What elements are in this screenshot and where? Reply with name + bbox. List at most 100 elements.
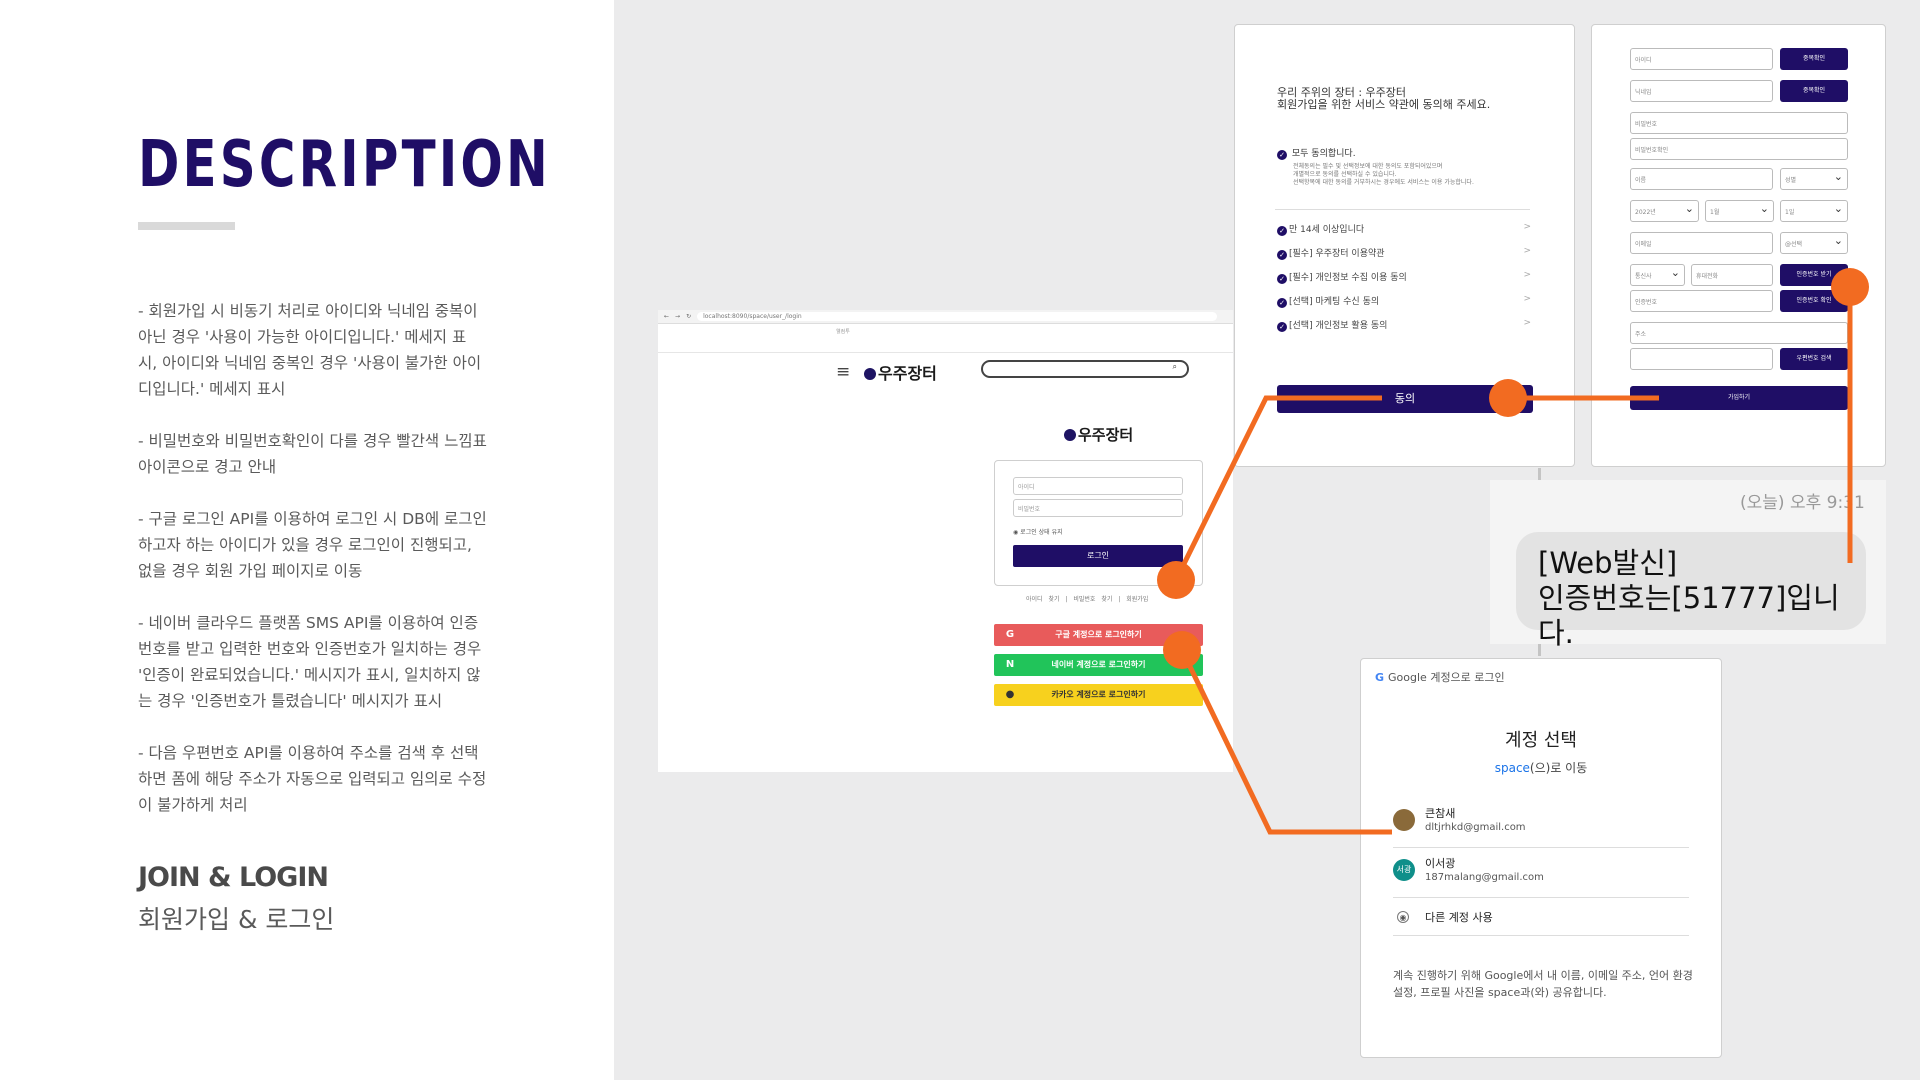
google-icon: G — [1005, 629, 1015, 640]
divider — [1393, 897, 1689, 898]
send-code-button[interactable]: 인증번호 받기 — [1780, 264, 1848, 286]
back-icon[interactable]: ← — [664, 313, 669, 320]
chevron-right-icon[interactable]: > — [1523, 270, 1531, 280]
nickname-field[interactable]: 닉네임 — [1630, 80, 1773, 102]
kakao-login-button[interactable]: ● 카카오 계정으로 로그인하기 — [994, 684, 1203, 706]
zipcode-search-button[interactable]: 우편번호 검색 — [1780, 348, 1848, 370]
google-login-button[interactable]: G 구글 계정으로 로그인하기 — [994, 624, 1203, 646]
keep-login-checkbox[interactable]: ◉ 로그인 상태 유지 — [1013, 527, 1063, 536]
password-field[interactable]: 비밀번호 — [1630, 112, 1848, 134]
id-check-button[interactable]: 중복확인 — [1780, 48, 1848, 70]
agree-all-description: 전체동의는 필수 및 선택정보에 대한 동의도 포함되어있으며 개별적으로 동의… — [1293, 163, 1474, 186]
password-input[interactable]: 비밀번호 — [1013, 499, 1183, 517]
forward-icon[interactable]: → — [675, 313, 680, 320]
login-page-screenshot: ← → ↻ localhost:8090/space/user_/login 웰… — [658, 310, 1233, 772]
address-field[interactable]: 주소 — [1630, 322, 1848, 344]
avatar — [1393, 809, 1415, 831]
term-item[interactable]: ✓ [선택] 마케팅 수신 동의 > — [1277, 294, 1531, 308]
signup-form-screenshot: 아이디 중복확인 닉네임 중복확인 비밀번호 비밀번호확인 이름 성별 2022… — [1591, 24, 1886, 467]
kakao-icon: ● — [1005, 689, 1015, 700]
login-form: 아이디 비밀번호 ◉ 로그인 상태 유지 로그인 — [994, 460, 1203, 586]
menu-icon[interactable]: ≡ — [836, 362, 850, 382]
account-name: 큰참새 — [1425, 807, 1456, 820]
email-field[interactable]: 이메일 — [1630, 232, 1773, 254]
chevron-right-icon[interactable]: > — [1523, 294, 1531, 304]
terms-title: 우리 주위의 장터 : 우주장터 회원가입을 위한 서비스 약관에 동의해 주세… — [1277, 86, 1491, 111]
id-input[interactable]: 아이디 — [1013, 477, 1183, 495]
account-email: 187malang@gmail.com — [1425, 872, 1544, 883]
check-icon: ✓ — [1277, 298, 1287, 308]
chevron-right-icon[interactable]: > — [1523, 222, 1531, 232]
sms-timestamp: (오늘) 오후 9:31 — [1740, 493, 1865, 513]
account-chooser-title: 계정 선택 — [1505, 730, 1577, 751]
chevron-right-icon[interactable]: > — [1523, 246, 1531, 256]
check-icon: ✓ — [1277, 150, 1287, 160]
term-item[interactable]: ✓ [필수] 개인정보 수집 이용 동의 > — [1277, 270, 1531, 284]
address-detail-field[interactable] — [1630, 348, 1773, 370]
account-email: dltjrhkd@gmail.com — [1425, 822, 1526, 833]
account-chooser-subtitle: space(으)로 이동 — [1494, 761, 1588, 775]
carrier-select[interactable]: 통신사 — [1630, 264, 1685, 286]
naver-login-button[interactable]: N 네이버 계정으로 로그인하기 — [994, 654, 1203, 676]
divider — [1393, 847, 1689, 848]
address-bar[interactable]: localhost:8090/space/user_/login — [697, 312, 1218, 321]
code-field[interactable]: 인증번호 — [1630, 290, 1773, 312]
divider — [1393, 935, 1689, 936]
month-select[interactable]: 1월 — [1705, 200, 1774, 222]
google-consent-text: 계속 진행하기 위해 Google에서 내 이름, 이메일 주소, 언어 환경설… — [1393, 969, 1693, 999]
sms-screenshot: (오늘) 오후 9:31 [Web발신] 인증번호는[51777]입니다. — [1490, 480, 1886, 650]
nickname-check-button[interactable]: 중복확인 — [1780, 80, 1848, 102]
phone-field[interactable]: 휴대전화 — [1691, 264, 1773, 286]
signup-submit-button[interactable]: 가입하기 — [1630, 386, 1848, 410]
term-item[interactable]: ✓ [필수] 우주장터 이용약관 > — [1277, 246, 1531, 260]
google-icon: G — [1375, 671, 1385, 684]
description-panel: DESCRIPTION - 회원가입 시 비동기 처리로 아이디와 닉네임 중복… — [0, 0, 614, 1080]
naver-icon: N — [1005, 659, 1015, 670]
title-underline — [138, 222, 235, 230]
description-paragraph: - 네이버 클라우드 플랫폼 SMS API를 이용하여 인증 번호를 받고 입… — [138, 614, 482, 710]
page-title: DESCRIPTION — [138, 128, 551, 202]
chevron-right-icon[interactable]: > — [1523, 318, 1531, 328]
description-paragraph: - 다음 우편번호 API를 이용하여 주소를 검색 후 선택 하면 폼에 해당… — [138, 744, 487, 814]
check-icon: ✓ — [1277, 274, 1287, 284]
email-domain-select[interactable]: @선택 — [1780, 232, 1848, 254]
search-icon[interactable]: ⌕ — [1173, 362, 1177, 371]
description-paragraph: - 회원가입 시 비동기 처리로 아이디와 닉네임 중복이 아닌 경우 '사용이… — [138, 302, 482, 398]
login-button[interactable]: 로그인 — [1013, 545, 1183, 567]
account-name: 이서광 — [1425, 857, 1456, 870]
avatar: 서광 — [1393, 859, 1415, 881]
term-item[interactable]: ✓ [선택] 개인정보 활용 동의 > — [1277, 318, 1531, 332]
use-another-account-label: 다른 계정 사용 — [1425, 911, 1493, 924]
check-icon: ✓ — [1277, 250, 1287, 260]
term-item[interactable]: ✓ 만 14세 이상입니다 > — [1277, 222, 1531, 236]
section-title: JOIN & LOGIN — [138, 862, 329, 893]
terms-agreement-screenshot: 우리 주위의 장터 : 우주장터 회원가입을 위한 서비스 약관에 동의해 주세… — [1234, 24, 1575, 467]
description-paragraph: - 구글 로그인 API를 이용하여 로그인 시 DB에 로그인 하고자 하는 … — [138, 510, 487, 580]
day-select[interactable]: 1일 — [1780, 200, 1848, 222]
name-field[interactable]: 이름 — [1630, 168, 1773, 190]
site-logo[interactable]: 우주장터 — [864, 360, 937, 384]
password-confirm-field[interactable]: 비밀번호확인 — [1630, 138, 1848, 160]
divider-tick — [1538, 468, 1541, 480]
header-divider — [658, 352, 1233, 353]
check-icon: ✓ — [1277, 226, 1287, 236]
id-field[interactable]: 아이디 — [1630, 48, 1773, 70]
google-header: G Google 계정으로 로그인 — [1375, 671, 1505, 684]
agree-all-checkbox[interactable]: ✓ 모두 동의합니다. — [1277, 146, 1356, 160]
gender-select[interactable]: 성별 — [1780, 168, 1848, 190]
reload-icon[interactable]: ↻ — [686, 313, 691, 320]
divider — [1275, 209, 1530, 210]
section-subtitle: 회원가입 & 로그인 — [138, 905, 335, 934]
user-circle-icon: ◉ — [1397, 911, 1409, 923]
planet-logo-icon — [864, 368, 876, 380]
description-paragraph: - 비밀번호와 비밀번호확인이 다를 경우 빨간색 느낌표 아이콘으로 경고 안… — [138, 432, 487, 476]
top-banner-text: 웰컴투 — [836, 329, 850, 335]
search-input[interactable]: ⌕ — [981, 360, 1189, 378]
planet-logo-icon — [1064, 429, 1076, 441]
find-account-links[interactable]: 아이디 찾기 | 비밀번호 찾기 | 회원가입 — [1026, 594, 1148, 603]
agree-button[interactable]: 동의 — [1277, 385, 1533, 413]
verify-code-button[interactable]: 인증번호 확인 — [1780, 290, 1848, 312]
login-logo: 우주장터 — [1064, 424, 1133, 445]
year-select[interactable]: 2022년 — [1630, 200, 1699, 222]
browser-toolbar: ← → ↻ localhost:8090/space/user_/login — [658, 310, 1233, 324]
